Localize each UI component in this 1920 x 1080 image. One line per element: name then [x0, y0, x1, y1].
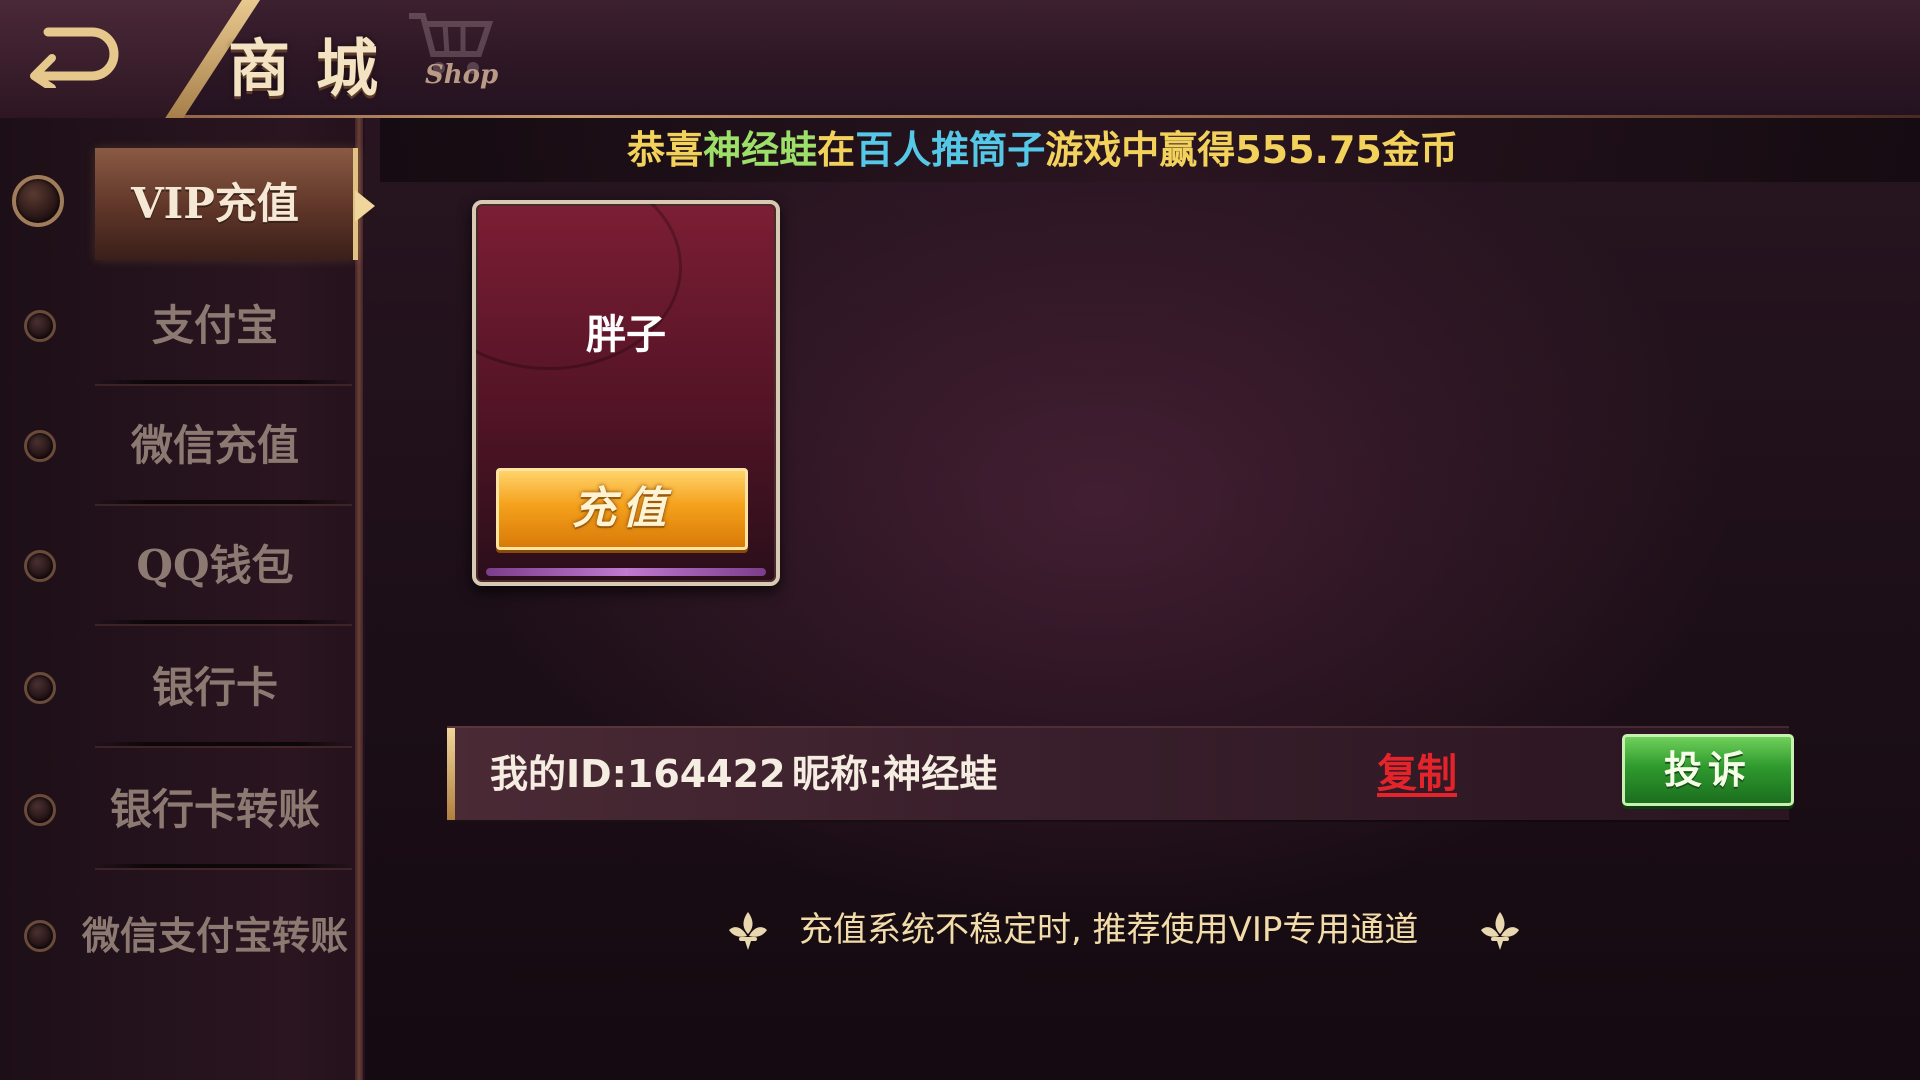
- divider: [95, 864, 352, 868]
- radio-indicator: [24, 920, 56, 952]
- divider: [95, 620, 352, 624]
- bar-accent: [447, 728, 455, 820]
- sidebar-item-label: QQ钱包: [136, 541, 294, 590]
- radio-indicator: [24, 794, 56, 826]
- copy-button[interactable]: 复制: [1377, 746, 1457, 802]
- sidebar-item-qq-wallet[interactable]: QQ钱包: [0, 506, 352, 626]
- my-id-text: 我的ID:164422: [490, 752, 786, 796]
- complain-button[interactable]: 投诉: [1622, 734, 1794, 806]
- fleur-de-lis-icon: [1481, 912, 1519, 950]
- sidebar-item-label: 支付宝: [151, 301, 278, 350]
- ticker-text: 恭喜神经蛙在百人推筒子游戏中赢得555.75金币: [380, 118, 1705, 182]
- divider: [95, 500, 352, 504]
- sidebar-item-wechat-recharge[interactable]: 微信充值: [0, 386, 352, 506]
- sidebar-item-bank-transfer[interactable]: 银行卡转账: [0, 750, 352, 870]
- page-title: 商城: [228, 32, 405, 105]
- sidebar-item-label: 微信支付宝转账: [81, 913, 348, 958]
- recharge-tip: 充值系统不稳定时, 推荐使用VIP专用通道: [725, 900, 1525, 960]
- vip-agent-card: 胖子 充值: [472, 200, 780, 586]
- ticker-player: 神经蛙: [703, 128, 818, 172]
- radio-indicator: [24, 672, 56, 704]
- tip-text: 充值系统不稳定时, 推荐使用VIP专用通道: [799, 910, 1419, 950]
- sidebar-item-label: 银行卡: [151, 663, 278, 712]
- radio-indicator: [12, 175, 64, 227]
- nickname-text: 昵称:神经蛙: [792, 752, 998, 796]
- sidebar-item-bank-card[interactable]: 银行卡: [0, 628, 352, 748]
- radio-indicator: [24, 430, 56, 462]
- back-button[interactable]: [18, 18, 128, 92]
- recharge-button[interactable]: 充值: [496, 468, 748, 550]
- account-info-bar: 我的ID:164422 昵称:神经蛙 复制: [447, 726, 1789, 822]
- radio-indicator: [24, 550, 56, 582]
- win-announcement-ticker: 恭喜神经蛙在百人推筒子游戏中赢得555.75金币: [380, 118, 1920, 182]
- sidebar-item-label: 银行卡转账: [109, 785, 320, 834]
- divider: [95, 742, 352, 746]
- sidebar-item-alipay[interactable]: 支付宝: [0, 266, 352, 386]
- agent-name: 胖子: [586, 312, 666, 358]
- card-bottom-glow: [486, 568, 766, 576]
- sidebar-item-wechat-alipay-transfer[interactable]: 微信支付宝转账: [0, 876, 352, 996]
- ticker-suffix: 游戏中赢得555.75金币: [1045, 128, 1458, 172]
- sidebar-item-label: VIP充值: [131, 179, 299, 228]
- ticker-in: 在: [817, 128, 856, 172]
- radio-indicator: [24, 310, 56, 342]
- fleur-de-lis-icon: [729, 912, 767, 950]
- sidebar-item-label: 微信充值: [130, 421, 299, 470]
- divider: [95, 380, 352, 384]
- shop-screen: 商城 Shop VIP充值 支付宝 微信充值 QQ钱包 银行卡 银行卡转账 微信…: [0, 0, 1920, 1080]
- sidebar-divider: [355, 118, 363, 1080]
- back-arrow-icon: [30, 27, 119, 92]
- ticker-game: 百人推筒子: [855, 128, 1046, 172]
- page-subtitle: Shop: [425, 60, 499, 90]
- sidebar-item-vip-recharge[interactable]: VIP充值: [0, 118, 375, 260]
- ticker-prefix: 恭喜: [627, 128, 704, 172]
- active-arrow-icon: [355, 190, 375, 222]
